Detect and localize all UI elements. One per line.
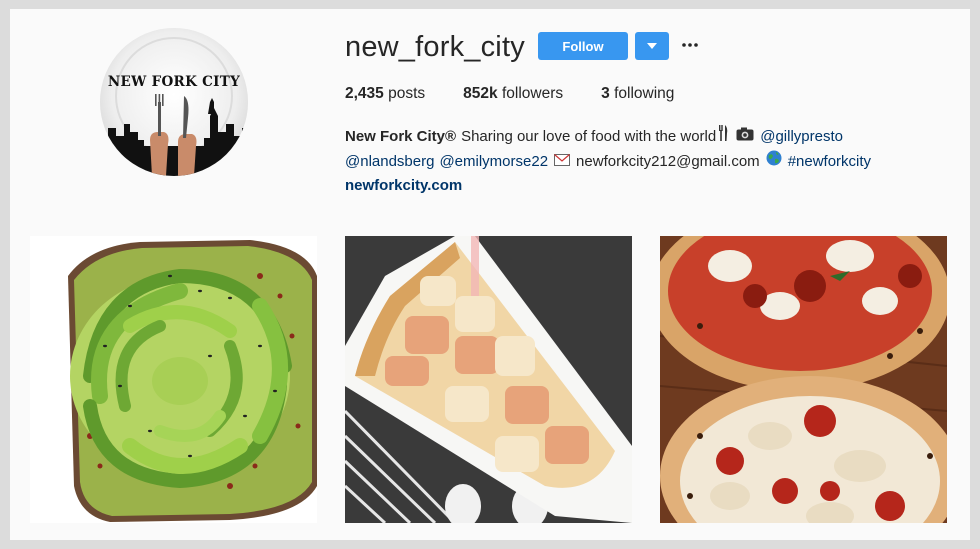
bio-text: Sharing our love of food with the world	[461, 128, 717, 145]
bio-line-2: @nlandsberg @emilymorse22 newforkcity212…	[345, 150, 945, 174]
stat-following[interactable]: 3 following	[601, 85, 674, 103]
caret-down-icon	[647, 43, 657, 49]
stat-posts: 2,435 posts	[345, 85, 425, 103]
more-options-button[interactable]	[678, 35, 702, 55]
post-thumbnail-avocado-toast[interactable]	[30, 236, 317, 523]
bio-hashtag[interactable]: #newforkcity	[788, 150, 871, 174]
stat-followers-count: 852k	[463, 85, 498, 102]
profile-page: NEW FORK CITY new_fork_city Follow 2,435…	[10, 9, 970, 540]
fork-knife-icon	[718, 124, 728, 150]
stat-followers[interactable]: 852k followers	[463, 85, 563, 103]
post-thumbnail-two-pizzas[interactable]	[660, 236, 947, 523]
stat-followers-label: followers	[501, 85, 564, 102]
bio-email: newforkcity212@gmail.com	[576, 153, 760, 170]
camera-icon	[736, 125, 754, 149]
bio-website-link[interactable]: newforkcity.com	[345, 174, 462, 198]
bio-line-1: New Fork City® Sharing our love of food …	[345, 124, 945, 150]
globe-icon	[766, 150, 782, 174]
stat-following-label: following	[614, 85, 675, 102]
post-thumbnail-pizza-slice[interactable]	[345, 236, 632, 523]
ellipsis-icon	[682, 43, 698, 47]
bio-name: New Fork City®	[345, 128, 457, 145]
avatar-logo-text: NEW FORK CITY	[107, 74, 241, 90]
profile-avatar[interactable]: NEW FORK CITY	[100, 28, 248, 176]
stat-following-count: 3	[601, 85, 610, 102]
bio-mention-gillypresto[interactable]: @gillypresto	[760, 125, 843, 149]
profile-bio: New Fork City® Sharing our love of food …	[345, 124, 945, 198]
profile-username: new_fork_city	[345, 31, 525, 63]
bio-mention-emilymorse22[interactable]: @emilymorse22	[439, 150, 548, 174]
suggestions-dropdown-button[interactable]	[635, 32, 669, 60]
profile-stats: 2,435 posts 852k followers 3 following	[345, 85, 712, 103]
stat-posts-count: 2,435	[345, 85, 384, 102]
bio-mention-nlandsberg[interactable]: @nlandsberg	[345, 150, 434, 174]
follow-button[interactable]: Follow	[538, 32, 628, 60]
bio-line-3: newforkcity.com	[345, 174, 945, 198]
stat-posts-label: posts	[388, 85, 426, 102]
envelope-icon	[554, 150, 571, 174]
